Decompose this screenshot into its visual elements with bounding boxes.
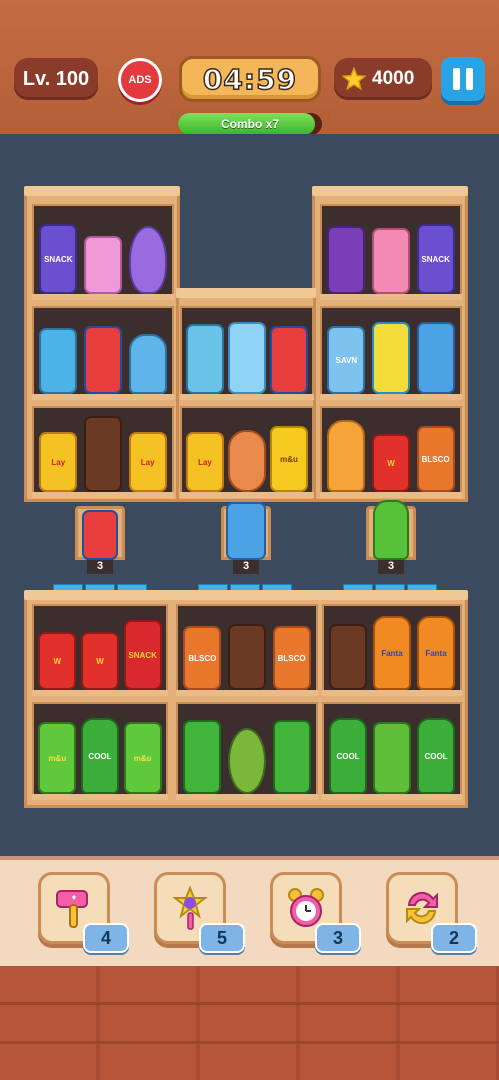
shelf-item-popsicle[interactable] [128, 334, 167, 394]
shelf-item-green-gift-box[interactable] [373, 722, 411, 794]
shelf-item-water-bottle[interactable] [228, 322, 266, 394]
shelf-item-chips-can[interactable]: SNACK [416, 224, 455, 294]
shelf-item-orange-popsicle[interactable] [327, 420, 366, 492]
shelf-item-blue-bottle[interactable] [39, 328, 78, 394]
magic-wand-booster-button[interactable]: 5 [154, 872, 245, 953]
shelf-item-avocado[interactable] [227, 728, 266, 794]
remove-ads-button[interactable]: ADS [118, 58, 162, 102]
shelf-item-fries[interactable]: W [371, 434, 410, 492]
alarm-clock-count: 3 [315, 923, 361, 953]
shelf-item-chips-can[interactable]: SNACK [123, 620, 162, 690]
shelf-item-chips-bag[interactable]: BLSCO [183, 626, 222, 690]
shelf-item-fries[interactable]: W [38, 632, 77, 690]
shelf-item-chips-bag[interactable]: BLSCO [272, 626, 311, 690]
timer-text: 04:59 [202, 62, 298, 97]
coin-counter[interactable]: 4000 [334, 58, 432, 100]
shelf-slot[interactable]: m&u COOL m&u [32, 702, 168, 800]
shelf-slot[interactable]: SNACK [32, 204, 174, 300]
hammer-count: 4 [83, 923, 129, 953]
stand-item-cola-can[interactable] [82, 510, 118, 560]
combo-label: Combo x7 [220, 117, 279, 131]
shelf-item-mm-bag-green[interactable]: m&u [123, 722, 162, 794]
shelf-item-mm-bag-green[interactable]: m&u [38, 722, 77, 794]
shelf-item-hot-dog[interactable] [228, 430, 266, 492]
shelf-item-coffee-cup[interactable] [186, 324, 224, 394]
shelf-item-orange-soda[interactable]: Fanta [373, 616, 411, 690]
level-indicator: Lv. 100 [14, 58, 98, 100]
game-board: SNACK SNACK SAVN Lay Lay Lay m&u W BLSCO [0, 134, 499, 856]
shelf-item-cola-can[interactable] [270, 326, 308, 394]
shelf-item-grape-bottle[interactable] [327, 226, 366, 294]
shelf-item-green-soda[interactable]: COOL [80, 718, 119, 794]
shuffle-booster-button[interactable]: 2 [386, 872, 477, 953]
star-icon [342, 67, 366, 91]
combo-meter: Combo x7 [178, 113, 322, 135]
stand-2[interactable]: 3 [211, 502, 281, 574]
shelf-item-chips-can[interactable]: SNACK [39, 224, 78, 294]
shelf-item-egg[interactable] [128, 226, 167, 294]
shelf-item-green-gift-bottle[interactable] [183, 720, 222, 794]
stand-item-milk-carton[interactable] [226, 502, 266, 560]
shelf-slot[interactable] [32, 306, 174, 400]
shelf-slot[interactable]: Fanta Fanta [322, 604, 462, 696]
shelf-slot[interactable]: Lay m&u [180, 406, 314, 498]
shelf-item-milk-carton[interactable] [416, 322, 455, 394]
shelf-item-green-soda[interactable]: COOL [329, 718, 367, 794]
magic-wand-count: 5 [199, 923, 245, 953]
shelf-item-soap-bottle[interactable]: SAVN [327, 326, 366, 394]
stand-count: 3 [378, 558, 404, 574]
shelf-item-fries[interactable]: W [80, 632, 119, 690]
countdown-timer: 04:59 [179, 56, 321, 102]
shelf-slot[interactable]: SAVN [320, 306, 462, 400]
shelf-item-lays[interactable]: Lay [186, 432, 224, 492]
shelf-slot[interactable]: W BLSCO [320, 406, 462, 498]
stand-count: 3 [233, 558, 259, 574]
shelf-item-green-soda[interactable]: COOL [417, 718, 455, 794]
shelf-item-lays[interactable]: Lay [128, 432, 167, 492]
alarm-clock-booster-button[interactable]: 3 [270, 872, 361, 953]
shelf-slot[interactable]: COOL COOL [322, 702, 462, 800]
shelf-item-chips-bag[interactable]: BLSCO [416, 426, 455, 492]
shuffle-count: 2 [431, 923, 477, 953]
level-label: Lv. 100 [22, 67, 90, 90]
shelf-slot[interactable]: SNACK [320, 204, 462, 300]
shelf-item-lays[interactable]: Lay [39, 432, 78, 492]
ads-label: ADS [128, 74, 152, 86]
shelf-item-green-gift-bottle[interactable] [272, 720, 311, 794]
stand-1[interactable]: 3 [65, 506, 135, 574]
stand-item-green-bottle[interactable] [373, 500, 409, 560]
coin-count: 4000 [372, 68, 415, 89]
shelf-item-juice-box[interactable] [371, 322, 410, 394]
shelf-slot[interactable] [180, 306, 314, 400]
shelf-slot[interactable] [176, 702, 318, 800]
shelf-item-pink-bottle[interactable] [371, 228, 410, 294]
shelf-item-mm-bag[interactable]: m&u [270, 426, 308, 492]
shelf-slot[interactable]: Lay Lay [32, 406, 174, 498]
hammer-booster-button[interactable]: 4 [38, 872, 129, 953]
shelf-item-chocolate[interactable] [227, 624, 266, 690]
shelf-item-chocolate[interactable] [83, 416, 122, 492]
pause-button[interactable] [441, 57, 485, 101]
shelf-item-orange-soda[interactable]: Fanta [417, 616, 455, 690]
stand-3[interactable]: 3 [356, 500, 426, 574]
shelf-item-tissue-box[interactable] [83, 236, 122, 294]
shelf-slot[interactable]: BLSCO BLSCO [176, 604, 318, 696]
shelf-item-chocolate[interactable] [329, 624, 367, 690]
shelf-slot[interactable]: W W SNACK [32, 604, 168, 696]
shelf-item-cola-can[interactable] [83, 326, 122, 394]
pause-icon [453, 68, 460, 90]
stand-count: 3 [87, 558, 113, 574]
